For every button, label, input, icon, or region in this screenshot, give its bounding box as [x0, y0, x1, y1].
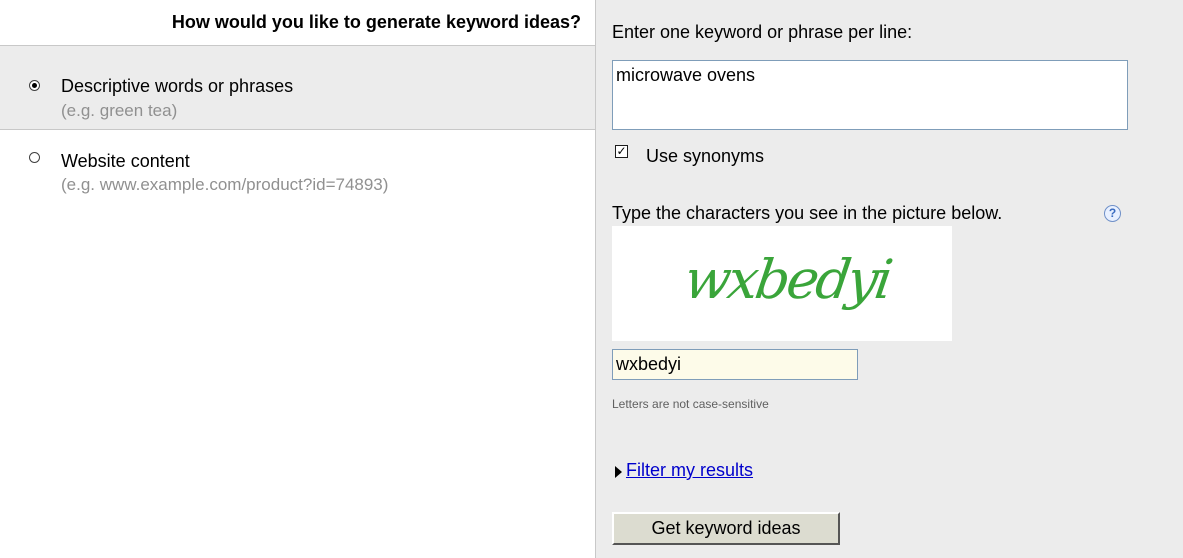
expand-triangle-icon[interactable] [615, 466, 622, 478]
case-sensitivity-note: Letters are not case-sensitive [612, 397, 769, 411]
radio-descriptive-words[interactable] [29, 80, 40, 91]
use-synonyms-label: Use synonyms [646, 146, 765, 166]
option-website-label: Website content [61, 151, 190, 171]
keywords-textarea[interactable]: microwave ovens [612, 60, 1128, 130]
keyword-tool-panel: How would you like to generate keyword i… [0, 0, 1183, 558]
help-icon[interactable]: ? [1104, 205, 1121, 222]
keywords-prompt: Enter one keyword or phrase per line: [612, 22, 913, 42]
captcha-image-text: wxbedyi [680, 248, 894, 311]
get-keyword-ideas-button[interactable]: Get keyword ideas [612, 512, 840, 545]
captcha-input[interactable] [612, 349, 858, 380]
option-descriptive-hint: (e.g. green tea) [61, 101, 178, 120]
method-heading: How would you like to generate keyword i… [0, 0, 595, 46]
method-column: How would you like to generate keyword i… [0, 0, 596, 558]
option-website-hint: (e.g. www.example.com/product?id=74893) [61, 175, 389, 194]
captcha-image: wxbedyi [612, 226, 952, 341]
radio-website-content[interactable] [29, 152, 40, 163]
method-heading-text: How would you like to generate keyword i… [171, 12, 581, 32]
option-website-content[interactable]: Website content (e.g. www.example.com/pr… [0, 130, 595, 210]
use-synonyms-checkbox[interactable]: ✓ [615, 145, 628, 158]
filter-results-link[interactable]: Filter my results [626, 460, 753, 481]
captcha-prompt: Type the characters you see in the pictu… [612, 203, 1003, 223]
radio-selected-dot [32, 83, 37, 88]
input-column: Enter one keyword or phrase per line: mi… [596, 0, 1183, 558]
option-descriptive-words[interactable]: Descriptive words or phrases (e.g. green… [0, 46, 595, 130]
option-descriptive-label: Descriptive words or phrases [61, 76, 294, 96]
